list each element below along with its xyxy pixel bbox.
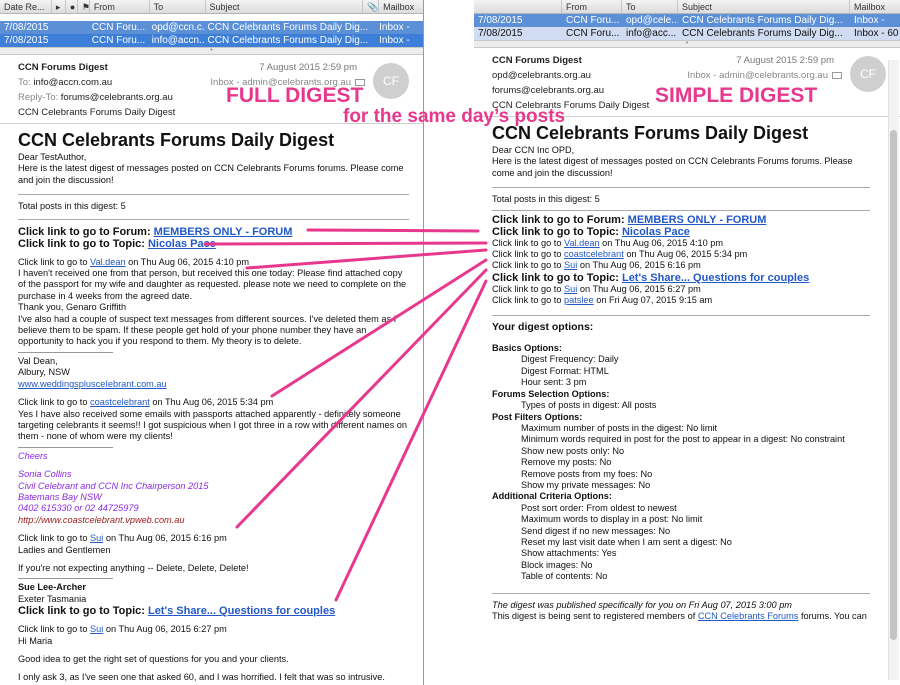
- list-item[interactable]: 7/08/2015 CCN Foru... info@accn... CCN C…: [0, 34, 423, 47]
- topic-link[interactable]: Let's Share... Questions for couples: [622, 272, 809, 284]
- sender-name: CCN Forums Digest: [492, 55, 582, 66]
- topic-link[interactable]: Nicolas Pace: [148, 238, 216, 250]
- signature-link[interactable]: http://www.coastcelebrant.vpweb.com.au: [18, 515, 409, 526]
- recipient[interactable]: info@accn.com.au: [33, 77, 112, 88]
- message-body: CCN Celebrants Forums Daily Digest Dear …: [474, 117, 900, 622]
- message-date: 7 August 2015 2:59 pm: [259, 62, 357, 73]
- column-date[interactable]: Date Re...: [0, 0, 52, 13]
- avatar: CF: [373, 63, 409, 99]
- pane-splitter[interactable]: •: [474, 40, 900, 48]
- paperclip-column-icon[interactable]: 📎: [363, 0, 380, 13]
- pane-splitter[interactable]: •: [0, 47, 423, 55]
- message-date: 7 August 2015 2:59 pm: [736, 55, 834, 66]
- list-item[interactable]: 7/08/2015 CCN Foru... opd@ccn.c... CCN C…: [0, 21, 423, 34]
- same-day-caption: for the same day’s posts: [343, 106, 566, 127]
- column-to[interactable]: To: [150, 0, 206, 13]
- simple-digest-label: SIMPLE DIGEST: [655, 84, 818, 107]
- folder-icon: [832, 71, 842, 79]
- list-item[interactable]: [0, 14, 423, 21]
- column-mailbox[interactable]: Mailbox: [379, 0, 423, 13]
- message-list-header: From To Subject Mailbox: [474, 0, 900, 14]
- post-link[interactable]: coastcelebrant: [564, 249, 624, 259]
- post-link[interactable]: Sui: [90, 624, 103, 634]
- attachment-column-icon[interactable]: ▸: [52, 0, 66, 13]
- options-title: Your digest options:: [492, 320, 594, 333]
- sender-name: CCN Forums Digest: [18, 62, 108, 73]
- forum-link[interactable]: MEMBERS ONLY - FORUM: [154, 226, 293, 238]
- column-from[interactable]: From: [90, 0, 150, 13]
- full-digest-label: FULL DIGEST: [226, 84, 364, 107]
- message-mailbox: Inbox - admin@celebrants.org.au: [687, 68, 842, 83]
- total-posts: Total posts in this digest: 5: [18, 201, 126, 212]
- avatar: CF: [850, 56, 886, 92]
- post-link[interactable]: patslee: [564, 295, 594, 305]
- signature-link[interactable]: www.weddingsplusceIebrant.com.au: [18, 379, 167, 389]
- column-subject[interactable]: Subject: [206, 0, 364, 13]
- message-body: CCN Celebrants Forums Daily Digest Dear …: [0, 124, 423, 684]
- post-link[interactable]: Val.dean: [564, 238, 600, 248]
- unread-column-icon[interactable]: ●: [66, 0, 78, 13]
- topic-link[interactable]: Let's Share... Questions for couples: [148, 605, 335, 617]
- total-posts: Total posts in this digest: 5: [492, 194, 600, 205]
- list-item[interactable]: 7/08/2015 CCN Foru... info@acc... CCN Ce…: [474, 27, 900, 40]
- forums-home-link[interactable]: CCN Celebrants Forums: [698, 611, 799, 621]
- forum-link[interactable]: MEMBERS ONLY - FORUM: [628, 214, 767, 226]
- divider: [18, 194, 409, 196]
- post-link[interactable]: Val.dean: [90, 257, 126, 267]
- flag-column-icon[interactable]: ⚑: [78, 0, 90, 13]
- divider: [492, 187, 870, 189]
- post-link[interactable]: Sui: [564, 260, 577, 270]
- digest-title: CCN Celebrants Forums Daily Digest: [18, 130, 335, 150]
- post-link[interactable]: Sui: [564, 284, 577, 294]
- list-item[interactable]: 7/08/2015 CCN Foru... opd@cele... CCN Ce…: [474, 14, 900, 27]
- scrollbar[interactable]: [890, 130, 897, 640]
- post-link[interactable]: coastcelebrant: [90, 397, 150, 407]
- reply-to[interactable]: forums@celebrants.org.au: [61, 92, 173, 103]
- topic-link[interactable]: Nicolas Pace: [622, 226, 690, 238]
- post-link[interactable]: Sui: [90, 533, 103, 543]
- message-list-header: Date Re... ▸ ● ⚑ From To Subject 📎 Mailb…: [0, 0, 423, 14]
